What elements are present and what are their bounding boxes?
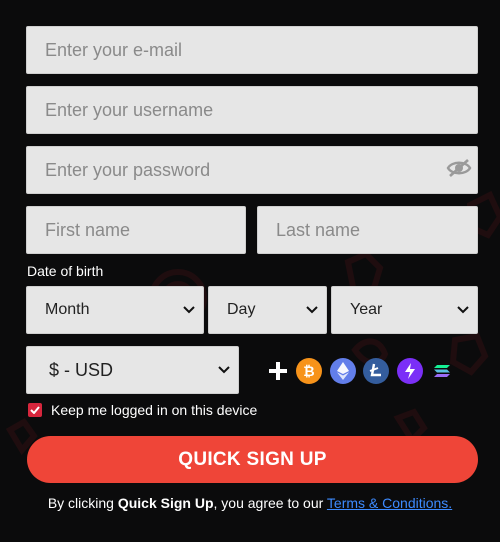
currency-select-value: $ - USD [49,359,114,380]
bitcoin-icon: ₿ [296,358,322,384]
terms-prefix: By clicking [47,495,118,511]
day-select[interactable]: Day [208,286,327,334]
chevron-down-icon [449,287,477,333]
month-select-value: Month [45,301,90,318]
day-select-value: Day [227,301,256,318]
year-select[interactable]: Year [331,286,478,334]
terms-middle: , you agree to our [213,495,327,511]
password-input[interactable] [26,146,478,194]
email-input[interactable] [26,26,478,74]
quick-sign-up-button[interactable]: QUICK SIGN UP [27,436,478,483]
signup-form: Date of birth Month Day Year $ - USD ₿ [0,0,500,542]
terms-bold: Quick Sign Up [117,495,214,511]
terms-text: By clicking Quick Sign Up, you agree to … [0,495,500,511]
username-input[interactable] [26,86,478,134]
terms-conditions-link[interactable]: Terms & Conditions. [327,495,452,511]
keep-logged-in-label: Keep me logged in on this device [51,402,258,418]
toggle-password-visibility-icon[interactable] [446,158,472,178]
lastname-input[interactable] [257,206,478,254]
year-select-value: Year [350,301,383,318]
chevron-down-icon [210,347,238,393]
chevron-down-icon [175,287,203,333]
solana-icon [429,358,455,384]
currency-select[interactable]: $ - USD [26,346,239,394]
firstname-input[interactable] [26,206,246,254]
svg-text:₿: ₿ [303,364,314,379]
litecoin-icon [363,358,389,384]
keep-logged-in-checkbox[interactable] [28,403,42,417]
chevron-down-icon [298,287,326,333]
ethereum-icon [330,358,356,384]
dob-label: Date of birth [27,263,104,279]
lightning-icon [397,358,423,384]
month-select[interactable]: Month [26,286,204,334]
plus-icon [268,361,288,381]
